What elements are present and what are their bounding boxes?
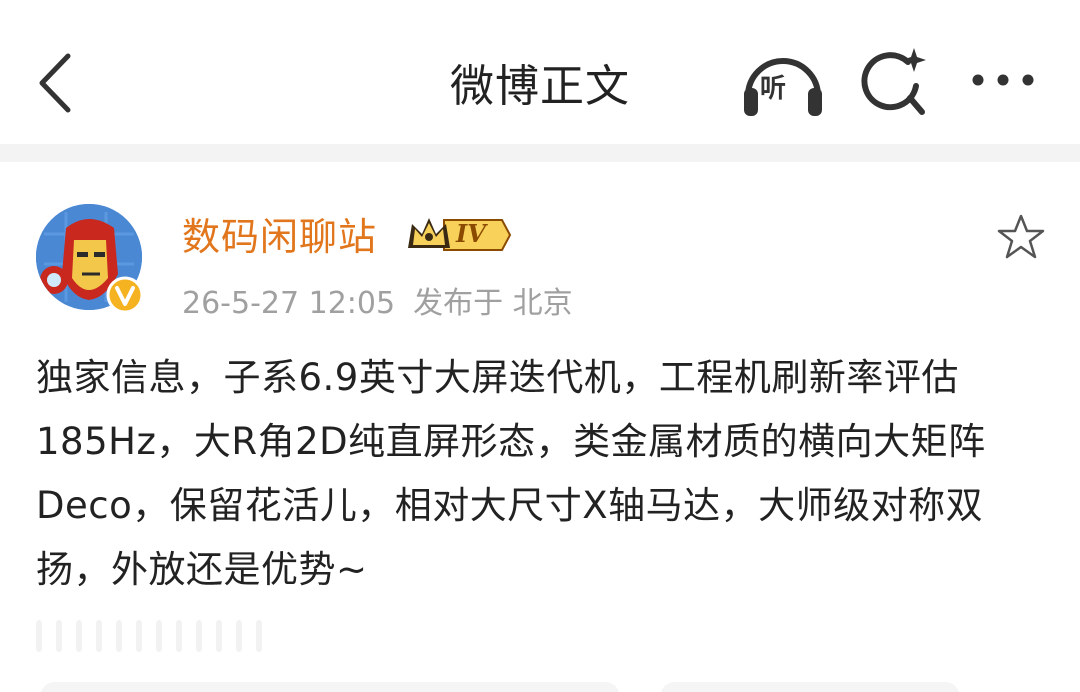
member-level-badge[interactable]: IV [404, 212, 512, 258]
faded-content-strip [36, 620, 262, 656]
more-dots-icon [972, 74, 1034, 86]
bottom-card-left[interactable] [40, 682, 620, 692]
level-label: IV [456, 219, 486, 248]
verified-v-icon [106, 276, 144, 314]
search-button[interactable] [858, 44, 930, 120]
listen-button[interactable]: 听 [740, 46, 826, 120]
listen-label: 听 [760, 74, 787, 104]
header-divider [0, 144, 1080, 162]
favorite-button[interactable] [996, 212, 1046, 262]
weibo-post-page: 微博正文 听 数码闲聊站 IV 26-5-27 12:05 发布于 北京 独家信… [0, 0, 1080, 692]
bottom-card-right[interactable] [660, 682, 960, 692]
sparkle-search-icon [861, 48, 926, 115]
post-time: 26-5-27 12:05 [182, 286, 396, 321]
post-text: 独家信息，子系6.9英寸大屏迭代机，工程机刷新率评估185Hz，大R角2D纯直屏… [36, 356, 986, 591]
more-button[interactable] [968, 60, 1038, 100]
author-avatar[interactable] [36, 204, 148, 316]
post-meta: 26-5-27 12:05 发布于 北京 [182, 278, 573, 322]
star-outline-icon [997, 214, 1045, 259]
post-location: 发布于 北京 [413, 286, 573, 321]
top-bar: 微博正文 听 [0, 0, 1080, 144]
author-name[interactable]: 数码闲聊站 [182, 206, 377, 261]
